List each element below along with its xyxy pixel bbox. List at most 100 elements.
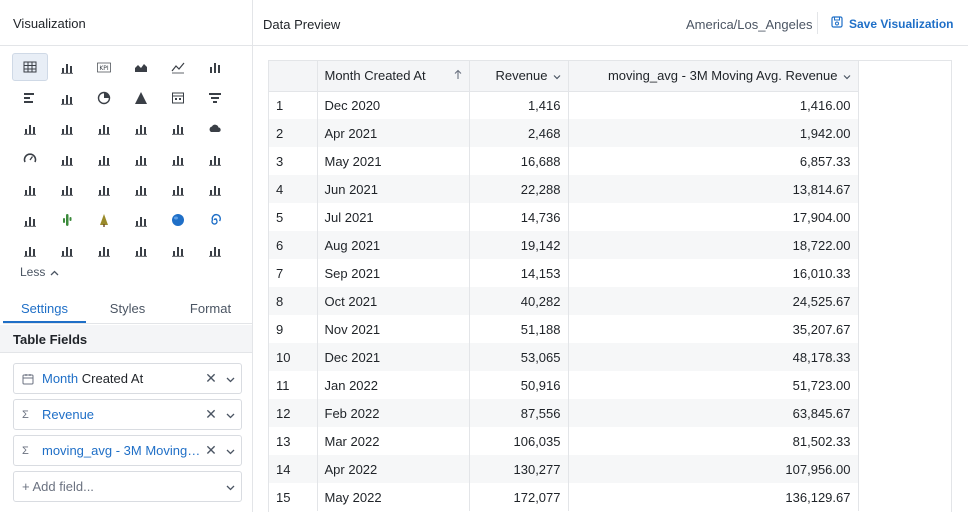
area-stack-icon[interactable] (12, 236, 48, 264)
revenue-cell: 172,077 (469, 483, 569, 511)
revenue-cell: 22,288 (469, 175, 569, 203)
candlestick-icon[interactable] (12, 175, 48, 203)
scatter-icon[interactable] (12, 114, 48, 142)
line-tiny-icon[interactable] (123, 236, 159, 264)
sorted-bar-icon[interactable] (123, 114, 159, 142)
pivot-icon[interactable] (49, 53, 85, 81)
calendar-icon (22, 373, 36, 385)
moving-avg-cell: 136,129.67 (568, 483, 859, 511)
timezone-label[interactable]: America/Los_Angeles (686, 17, 812, 32)
table-icon[interactable] (12, 53, 48, 81)
chevron-down-icon[interactable] (843, 68, 851, 83)
area-icon[interactable] (123, 53, 159, 81)
chevron-down-icon[interactable] (219, 443, 241, 458)
tab-format[interactable]: Format (169, 295, 252, 323)
column-header-month-created-at[interactable]: Month Created At (317, 61, 470, 92)
less-toggle[interactable]: Less (20, 265, 59, 279)
add-field-select[interactable]: + Add field... (13, 471, 242, 502)
month-cell: Dec 2021 (317, 343, 470, 371)
moving-avg-cell: 24,525.67 (568, 287, 859, 315)
heatmap-icon[interactable] (86, 114, 122, 142)
row-number-cell: 5 (269, 203, 318, 231)
pie-icon[interactable] (86, 84, 122, 112)
row-number-cell: 7 (269, 259, 318, 287)
column-header-label: moving_avg - 3M Moving Avg. Revenue (607, 68, 838, 84)
gauge-icon[interactable] (12, 145, 48, 173)
month-cell: Jul 2021 (317, 203, 470, 231)
remove-field-icon[interactable]: ✕ (203, 442, 219, 459)
bar-list-icon[interactable] (197, 145, 233, 173)
cloud-icon[interactable] (197, 114, 233, 142)
row-number-cell: 4 (269, 175, 318, 203)
revenue-cell: 40,282 (469, 287, 569, 315)
image-icon[interactable] (123, 206, 159, 234)
funnel-triangle-icon[interactable] (123, 84, 159, 112)
month-cell: Feb 2022 (317, 399, 470, 427)
revenue-cell: 14,736 (469, 203, 569, 231)
table-row: 1 Dec 2020 1,416 1,416.00 (269, 91, 859, 119)
tab-styles[interactable]: Styles (86, 295, 169, 323)
mini-bar-icon[interactable] (12, 206, 48, 234)
boxplot-icon[interactable] (49, 175, 85, 203)
revenue-cell: 2,468 (469, 119, 569, 147)
row-number-cell: 15 (269, 483, 318, 511)
revenue-cell: 51,188 (469, 315, 569, 343)
column-header-revenue[interactable]: Revenue (469, 61, 569, 92)
moving-avg-cell: 18,722.00 (568, 231, 859, 259)
chevron-down-icon[interactable] (219, 479, 241, 494)
row-number-cell: 11 (269, 371, 318, 399)
line-small-icon[interactable] (197, 175, 233, 203)
line-tiny-alt-icon[interactable] (160, 236, 196, 264)
chevron-down-icon[interactable] (219, 407, 241, 422)
field-moving-avg[interactable]: Σ moving_avg - 3M Moving Avg. Revenue ✕ (13, 435, 242, 466)
revenue-cell: 1,416 (469, 91, 569, 119)
waterfall-icon[interactable] (123, 175, 159, 203)
month-cell: Dec 2020 (317, 91, 470, 119)
mini-bar-alt-icon[interactable] (49, 236, 85, 264)
save-label: Save Visualization (849, 16, 954, 31)
table-row: 13 Mar 2022 106,035 81,502.33 (269, 427, 859, 455)
tab-settings[interactable]: Settings (3, 295, 86, 323)
month-cell: Nov 2021 (317, 315, 470, 343)
butterfly-icon[interactable] (49, 145, 85, 173)
visualization-panel: Visualization KPI Less Settings Styles F… (0, 0, 253, 512)
remove-field-icon[interactable]: ✕ (203, 370, 219, 387)
bar-horizontal-icon[interactable] (12, 84, 48, 112)
month-cell: Jan 2022 (317, 371, 470, 399)
multi-candlestick-icon[interactable] (86, 175, 122, 203)
month-cell: Apr 2021 (317, 119, 470, 147)
panel-tabs: Settings Styles Format (3, 295, 252, 324)
column-header-moving-avg[interactable]: moving_avg - 3M Moving Avg. Revenue (568, 61, 859, 92)
kpi-icon[interactable]: KPI (86, 53, 122, 81)
bubble-map-icon[interactable] (49, 114, 85, 142)
line-alt-icon[interactable] (160, 145, 196, 173)
funnel-icon[interactable] (197, 84, 233, 112)
calendar-icon[interactable] (160, 84, 196, 112)
treemap-icon[interactable] (86, 236, 122, 264)
chevron-down-icon[interactable] (553, 68, 561, 83)
table-row: 2 Apr 2021 2,468 1,942.00 (269, 119, 859, 147)
sphere-icon[interactable] (160, 206, 196, 234)
viz-type-grid: KPI (12, 53, 240, 267)
spiral-icon[interactable] (197, 206, 233, 234)
remove-field-icon[interactable]: ✕ (203, 406, 219, 423)
radar-icon[interactable] (160, 114, 196, 142)
add-field-label: + Add field... (22, 479, 94, 494)
field-revenue[interactable]: Σ Revenue ✕ (13, 399, 242, 430)
slope-icon[interactable] (160, 175, 196, 203)
bar-horizontal-alt-icon[interactable] (197, 236, 233, 264)
sort-ascending-icon[interactable] (454, 68, 462, 83)
combo-icon[interactable] (49, 84, 85, 112)
field-month-created-at[interactable]: Month Created At ✕ (13, 363, 242, 394)
less-label: Less (20, 265, 46, 279)
save-visualization-button[interactable]: Save Visualization (831, 16, 954, 31)
cactus-icon[interactable] (49, 206, 85, 234)
chord-icon[interactable] (123, 145, 159, 173)
revenue-cell: 87,556 (469, 399, 569, 427)
month-cell: Oct 2021 (317, 287, 470, 315)
sankey-icon[interactable] (86, 145, 122, 173)
tree-icon[interactable] (86, 206, 122, 234)
bar-icon[interactable] (197, 53, 233, 81)
line-icon[interactable] (160, 53, 196, 81)
chevron-down-icon[interactable] (219, 371, 241, 386)
